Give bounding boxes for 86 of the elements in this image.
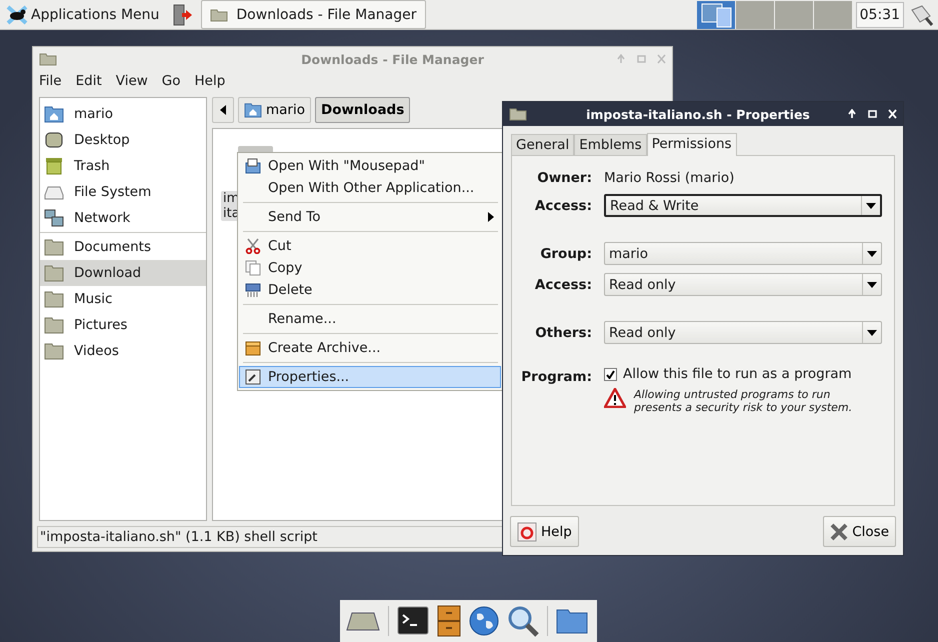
sidebar-item[interactable]: mario [40,101,206,127]
sidebar-item[interactable]: Music [40,286,206,312]
cabinet-icon[interactable] [437,605,461,637]
back-button[interactable] [212,97,234,123]
menu-item[interactable]: Copy [239,257,501,279]
checkbox[interactable] [604,368,617,380]
logout-icon[interactable] [173,4,194,26]
home-folder-icon [244,102,262,118]
folder-icon [44,342,64,360]
menu-item[interactable]: Open With "Mousepad" [239,155,501,177]
folder-icon [39,52,57,66]
folder-icon [44,238,64,256]
dropdown-arrow-icon [866,202,876,208]
window-title: imposta-italiano.sh - Properties [585,106,811,122]
menu-item[interactable]: Edit [76,73,102,89]
taskbar-button[interactable]: Downloads - File Manager [201,0,426,29]
archive-box-icon [245,340,261,356]
field-label: Program: [520,369,592,385]
folder-icon[interactable] [556,608,588,634]
workspace-button[interactable] [696,0,735,28]
menu-item[interactable]: View [116,73,148,89]
folder-icon [210,8,228,22]
applications-menu-button[interactable]: Applications Menu [0,0,166,28]
folder-icon [44,264,64,282]
sidebar-item[interactable]: Pictures [40,312,206,338]
dropdown-arrow-icon [867,330,877,336]
folder-icon [44,290,64,308]
tab[interactable]: Emblems [574,134,647,155]
dropdown[interactable]: mario [604,242,882,265]
mouse-logo-icon [6,4,28,24]
field-label: Access: [534,198,592,214]
window-controls-icon[interactable] [847,109,897,119]
dropdown-arrow-icon [867,250,877,256]
scissors-icon [245,238,261,254]
sidebar-item[interactable]: Trash [40,153,206,179]
sidebar-item[interactable]: Documents [40,234,206,260]
menu-item[interactable]: Rename... [239,308,501,330]
submenu-arrow-icon [488,212,494,222]
sidebar-item[interactable]: File System [40,179,206,205]
menu-item[interactable]: File [39,73,62,89]
dropdown-arrow-icon [867,282,877,288]
sidebar-item[interactable]: Desktop [40,127,206,153]
terminal-icon[interactable] [397,606,429,636]
close-button[interactable]: Close [823,516,896,547]
home-folder-icon [44,105,64,123]
menu-item[interactable]: Go [162,73,181,89]
search-icon[interactable] [507,605,539,637]
sidebar-item[interactable]: Download [40,260,206,286]
folder-icon [44,316,64,334]
desktop-icon [44,131,64,149]
text-editor-icon [245,158,261,174]
field-label: Owner: [536,170,592,186]
globe-icon[interactable] [469,606,499,636]
dropdown[interactable]: Read only [604,273,882,296]
sidebar-item[interactable]: Network [40,205,206,231]
tab[interactable]: Permissions [646,133,737,156]
tab[interactable]: General [511,134,574,155]
clock[interactable]: 05:31 [856,2,904,28]
warning-icon [604,388,626,408]
network-computers-icon [44,209,64,227]
sidebar-item[interactable]: Videos [40,338,206,364]
field-label: Group: [539,246,592,262]
menu-item[interactable]: Create Archive... [239,337,501,359]
field-label: Access: [534,276,592,292]
close-icon [830,522,848,540]
menu-item[interactable]: Cut [239,235,501,257]
shredder-icon [245,282,261,298]
folder-icon [509,107,527,121]
owner-value: Mario Rossi (mario) [604,170,736,186]
window-title: Downloads - File Manager [300,52,485,66]
path-button[interactable]: Downloads [314,97,410,123]
copy-icon [245,260,261,276]
trash-icon [44,157,64,175]
lifebuoy-icon [517,522,537,542]
left-arrow-icon [219,105,227,115]
help-button[interactable]: Help [510,516,579,547]
checkbox-label[interactable]: Allow this file to run as a program [623,366,852,382]
menu-item[interactable]: Properties... [239,366,501,388]
dropdown[interactable]: Read & Write [604,194,882,217]
path-button[interactable]: mario [238,97,311,123]
warning-text: Allowing untrusted programs to run presents a security risk to your system. [634,388,854,414]
properties-icon [245,369,261,385]
menu-item[interactable]: Help [194,73,226,89]
field-label: Others: [534,324,592,340]
menu-item[interactable]: Delete [239,279,501,301]
dropdown[interactable]: Read only [604,321,882,344]
